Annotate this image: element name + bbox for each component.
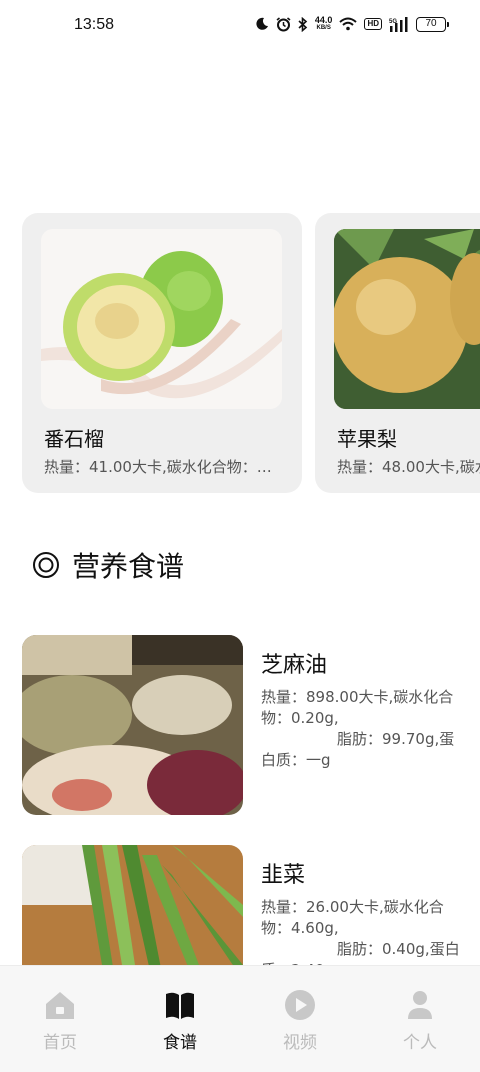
recipe-desc: 热量：898.00大卡,碳水化合物：0.20g, 脂肪：99.70g,蛋 白质：… xyxy=(261,688,455,769)
battery-icon: 70 xyxy=(416,16,449,32)
section-title: 营养食谱 xyxy=(72,550,185,583)
status-time: 13:58 xyxy=(74,16,115,33)
status-icons: 44.0 KB/S HD 5G 70 xyxy=(255,15,449,32)
featured-card[interactable]: 番石榴 热量：41.00大卡,碳水化合物：1... xyxy=(22,213,302,493)
tab-profile[interactable]: 个人 xyxy=(380,988,460,1058)
bluetooth-icon xyxy=(298,16,308,32)
recipe-name: 韭菜 xyxy=(261,863,306,888)
book-icon xyxy=(166,992,194,1019)
guava-image xyxy=(41,229,282,409)
home-icon xyxy=(46,992,74,1019)
featured-title: 番石榴 xyxy=(44,427,104,451)
apple-pear-image xyxy=(334,229,480,409)
signal-icon: 5G xyxy=(389,16,408,32)
wifi-icon xyxy=(339,17,358,31)
featured-desc: 热量：41.00大卡,碳水化合物：1... xyxy=(44,458,280,476)
moon-icon xyxy=(256,17,268,30)
tab-label: 食谱 xyxy=(163,1033,197,1053)
hd-badge: HD xyxy=(364,18,382,30)
alarm-icon xyxy=(276,16,291,31)
section-header: 营养食谱 xyxy=(32,545,184,585)
featured-card[interactable]: 苹果梨 热量：48.00大卡,碳水化合物：1... xyxy=(315,213,480,493)
featured-desc: 热量：48.00大卡,碳水化合物：1... xyxy=(337,458,480,476)
network-speed: 44.0 KB/S xyxy=(314,15,333,32)
sesame-oil-image xyxy=(22,635,243,815)
recipe-item[interactable]: 芝麻油 热量：898.00大卡,碳水化合物：0.20g, 脂肪：99.70g,蛋… xyxy=(22,635,462,815)
recipe-name: 芝麻油 xyxy=(261,653,328,678)
tab-label: 个人 xyxy=(403,1033,437,1053)
tab-home[interactable]: 首页 xyxy=(20,988,100,1058)
featured-title: 苹果梨 xyxy=(337,427,397,451)
tab-label: 视频 xyxy=(283,1033,317,1053)
featured-carousel[interactable]: 番石榴 热量：41.00大卡,碳水化合物：1... 苹果梨 热量：48.00大卡… xyxy=(0,213,480,493)
bottom-tab-bar: 首页 食谱 视频 个人 xyxy=(0,965,480,1072)
tab-recipes[interactable]: 食谱 xyxy=(140,988,220,1058)
tab-videos[interactable]: 视频 xyxy=(260,988,340,1058)
person-icon xyxy=(408,991,432,1019)
circle-target-icon xyxy=(33,552,59,578)
tab-label: 首页 xyxy=(43,1033,77,1053)
play-icon xyxy=(285,990,315,1020)
status-bar: 13:58 44.0 KB/S HD 5G 70 xyxy=(0,0,480,56)
